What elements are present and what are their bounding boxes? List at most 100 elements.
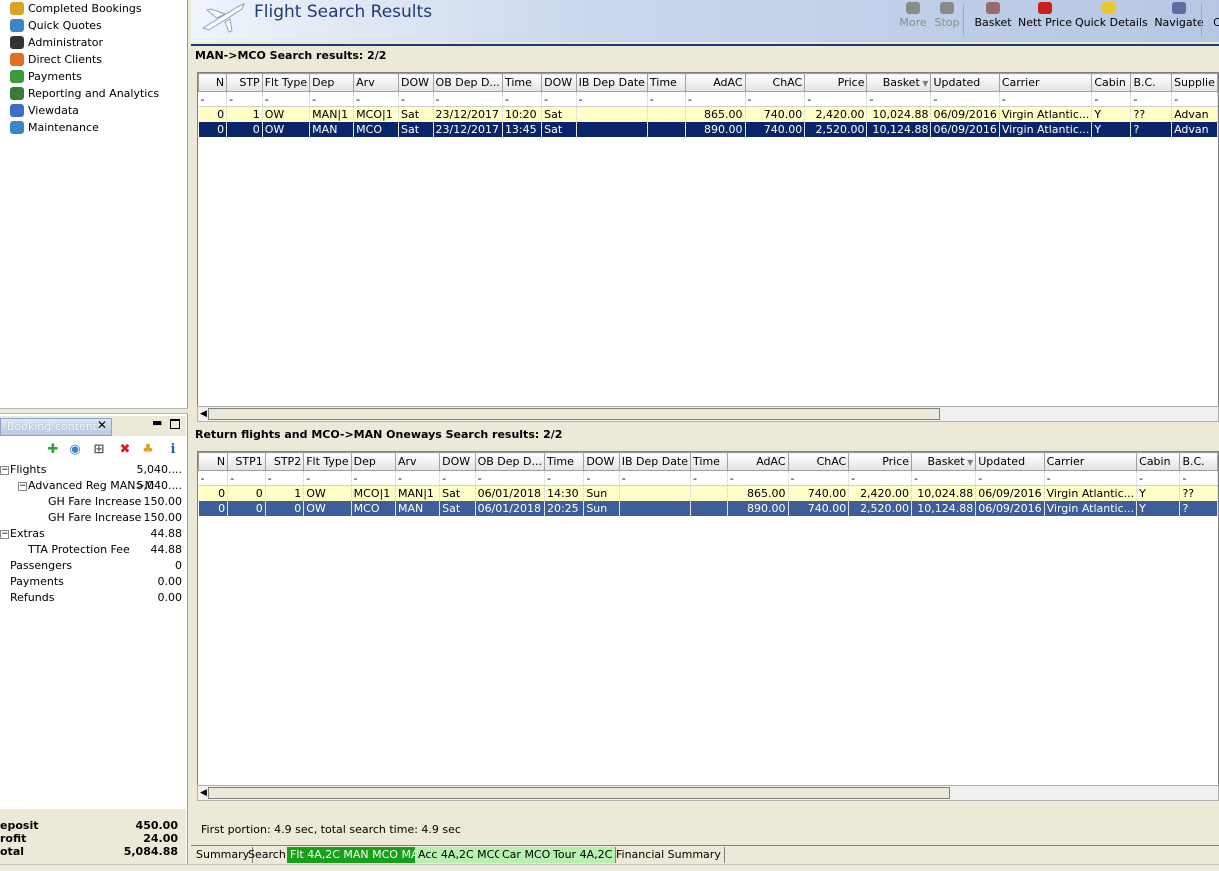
toolbar-button-navigate[interactable]: Navigate: [1153, 0, 1205, 42]
filter-cell[interactable]: -: [930, 91, 1000, 107]
tab-financial-summary[interactable]: Financial Summary: [613, 847, 725, 863]
result-row[interactable]: 0 0 1 OW MCO|1 MAN|1 Sat 06/01/2018 14:30 Sun 865.…: [198, 485, 1218, 501]
filter-cell[interactable]: -: [198, 470, 229, 486]
nav-item[interactable]: Administrator: [0, 34, 186, 51]
column-header[interactable]: Dep: [309, 73, 355, 92]
filter-cell[interactable]: -: [788, 470, 850, 486]
result-row[interactable]: 0 0 OW MAN MCO Sat 23/12/2017 13:45 Sat 890.00 740…: [198, 121, 1218, 137]
column-header[interactable]: DOW: [541, 73, 577, 92]
column-header[interactable]: Cabin: [1136, 452, 1181, 471]
filter-cell[interactable]: -: [198, 91, 228, 107]
column-header[interactable]: Carrier: [1043, 452, 1138, 471]
column-header[interactable]: Supplie: [1171, 73, 1218, 92]
filter-cell[interactable]: -: [544, 470, 585, 486]
column-header[interactable]: STP2: [264, 452, 305, 471]
tree-row[interactable]: GH Fare Increase 150.00: [0, 510, 186, 526]
column-header[interactable]: DOW: [583, 452, 620, 471]
filter-row[interactable]: --------------------: [198, 470, 1218, 486]
filter-cell[interactable]: -: [227, 470, 266, 486]
expand-collapse-icon[interactable]: −: [18, 482, 27, 491]
filter-cell[interactable]: -: [690, 470, 728, 486]
delete-icon[interactable]: ✖: [118, 443, 132, 457]
column-header[interactable]: Updated: [975, 452, 1045, 471]
close-icon[interactable]: ✕: [96, 419, 108, 431]
column-header[interactable]: Arv: [394, 452, 441, 471]
filter-cell[interactable]: -: [502, 91, 543, 107]
column-header[interactable]: IB Dep Date: [618, 452, 692, 471]
nav-item[interactable]: Direct Clients: [0, 51, 186, 68]
column-header[interactable]: N: [198, 73, 228, 92]
outbound-horizontal-scrollbar[interactable]: ◀: [197, 406, 1219, 422]
minimize-icon[interactable]: ▬: [152, 416, 162, 429]
filter-cell[interactable]: -: [433, 91, 503, 107]
tree-row[interactable]: − Flights 5,040....: [0, 462, 186, 478]
column-header[interactable]: Price: [848, 452, 913, 471]
expand-collapse-icon[interactable]: −: [0, 466, 9, 475]
filter-cell[interactable]: -: [475, 470, 545, 486]
add-icon[interactable]: ✚: [46, 443, 60, 457]
column-header[interactable]: Basket ▼: [866, 73, 932, 92]
column-header[interactable]: AdAC: [726, 452, 789, 471]
nav-item[interactable]: Quick Quotes: [0, 17, 186, 34]
pane-splitter[interactable]: [0, 408, 188, 414]
toolbar-button-nett-price[interactable]: Nett Price: [1017, 0, 1073, 42]
filter-cell[interactable]: -: [745, 91, 806, 107]
column-header[interactable]: B.C.: [1179, 452, 1218, 471]
column-header[interactable]: ChAC: [787, 452, 850, 471]
filter-cell[interactable]: -: [1179, 470, 1218, 486]
filter-cell[interactable]: -: [975, 470, 1045, 486]
filter-cell[interactable]: -: [541, 91, 577, 107]
column-header[interactable]: Time: [690, 452, 728, 471]
column-header[interactable]: STP1: [227, 452, 266, 471]
column-header[interactable]: Time: [646, 73, 686, 92]
tree-row[interactable]: Refunds 0.00: [0, 590, 186, 606]
filter-cell[interactable]: -: [439, 470, 476, 486]
column-header[interactable]: Price: [804, 73, 868, 92]
column-header[interactable]: Flt Type: [261, 73, 311, 92]
scroll-left-icon[interactable]: ◀: [200, 788, 207, 798]
expand-collapse-icon[interactable]: −: [0, 530, 9, 539]
scrollbar-thumb[interactable]: [208, 787, 950, 799]
nav-item[interactable]: Reporting and Analytics: [0, 85, 186, 102]
filter-cell[interactable]: -: [303, 470, 352, 486]
filter-cell[interactable]: -: [265, 470, 305, 486]
column-header[interactable]: Carrier: [998, 73, 1093, 92]
filter-cell[interactable]: -: [647, 91, 686, 107]
nav-item[interactable]: Viewdata: [0, 102, 186, 119]
return-horizontal-scrollbar[interactable]: ◀: [197, 785, 1219, 801]
scroll-left-icon[interactable]: ◀: [200, 409, 207, 419]
info-icon[interactable]: i: [166, 443, 180, 457]
maximize-icon[interactable]: [170, 419, 180, 429]
column-header[interactable]: Basket ▼: [911, 452, 977, 471]
column-header[interactable]: IB Dep Date: [575, 73, 648, 92]
filter-cell[interactable]: -: [226, 91, 263, 107]
nav-item[interactable]: Completed Bookings: [0, 0, 186, 17]
tab-car-mco[interactable]: Car MCO: [499, 847, 555, 863]
toolbar-button-c[interactable]: C: [1207, 0, 1219, 42]
filter-cell[interactable]: -: [848, 470, 913, 486]
tab-flt-4a-2c-man-mco-man[interactable]: Flt 4A,2C MAN MCO MAN: [287, 847, 431, 863]
tree-row[interactable]: Payments 0.00: [0, 574, 186, 590]
filter-cell[interactable]: -: [262, 91, 311, 107]
toolbar-button-quick-details[interactable]: Quick Details: [1075, 0, 1148, 42]
filter-cell[interactable]: -: [353, 91, 400, 107]
filter-cell[interactable]: -: [309, 91, 355, 107]
column-header[interactable]: OB Dep D...: [474, 452, 545, 471]
refresh-globe-icon[interactable]: ◉: [68, 443, 82, 457]
column-header[interactable]: B.C.: [1130, 73, 1173, 92]
column-header[interactable]: DOW: [439, 452, 476, 471]
toolbar-button-basket[interactable]: Basket: [971, 0, 1015, 42]
filter-cell[interactable]: -: [727, 470, 789, 486]
column-header[interactable]: AdAC: [684, 73, 746, 92]
filter-cell[interactable]: -: [583, 470, 620, 486]
toolbar-button-stop[interactable]: Stop: [931, 0, 963, 42]
column-header[interactable]: N: [198, 452, 229, 471]
column-header[interactable]: Arv: [353, 73, 400, 92]
column-header[interactable]: ChAC: [744, 73, 806, 92]
column-header[interactable]: Dep: [350, 452, 396, 471]
filter-cell[interactable]: -: [351, 470, 396, 486]
tree-row[interactable]: GH Fare Increase 150.00: [0, 494, 186, 510]
tree-row[interactable]: − Advanced Reg MAN>M 5,040....: [0, 478, 186, 494]
column-header[interactable]: STP: [226, 73, 263, 92]
column-header[interactable]: Updated: [930, 73, 1000, 92]
